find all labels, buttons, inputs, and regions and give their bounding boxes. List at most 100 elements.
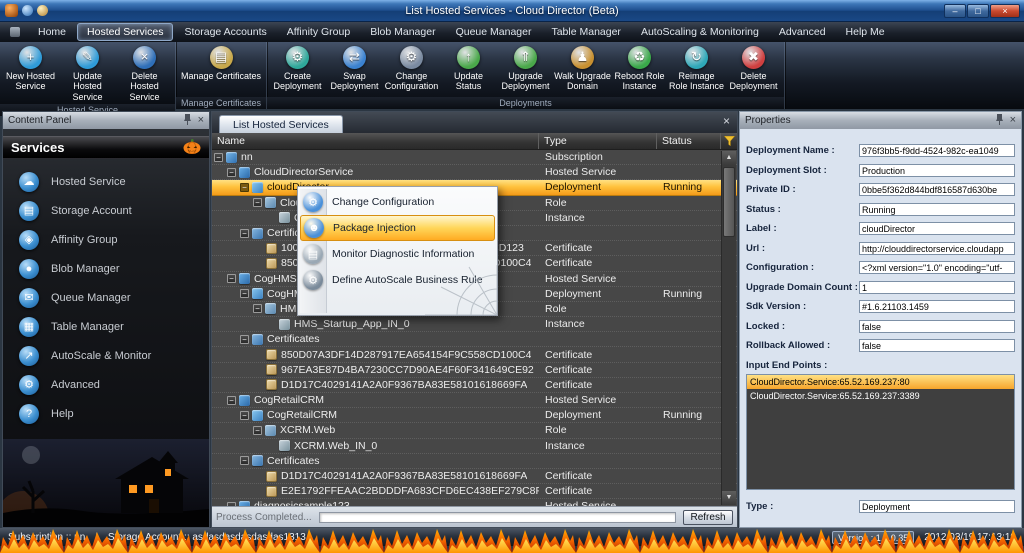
property-value-upgrade-domain-count[interactable]: 1 bbox=[859, 281, 1015, 294]
tab-affinity-group[interactable]: Affinity Group bbox=[278, 24, 359, 40]
reimage-role-instance-button[interactable]: ↻Reimage Role Instance bbox=[668, 44, 725, 94]
services-header-label: Services bbox=[11, 140, 65, 155]
update-hosted-service-button[interactable]: ✎Update Hosted Service bbox=[59, 44, 116, 104]
property-value-sd-k-version[interactable]: #1.6.21103.1459 bbox=[859, 300, 1015, 313]
property-value-deployment-name[interactable]: 976f3bb5-f9dd-4524-982c-ea1049 bbox=[859, 144, 1015, 157]
endpoint-item[interactable]: CloudDirector.Service:65.52.169.237:3389 bbox=[747, 389, 1014, 403]
maximize-button[interactable]: □ bbox=[967, 4, 989, 18]
sidebar-item-storage-account[interactable]: ▤Storage Account bbox=[3, 196, 209, 225]
new-hosted-service-button[interactable]: +New Hosted Service bbox=[2, 44, 59, 94]
property-value-locked[interactable]: false bbox=[859, 320, 1015, 333]
expander-icon[interactable]: − bbox=[240, 335, 249, 344]
tree-row[interactable]: 850D07A3DF14D287917EA654154F9C558CD100C4… bbox=[212, 347, 737, 362]
tab-home[interactable]: Home bbox=[29, 24, 75, 40]
scrollbar-thumb[interactable] bbox=[723, 167, 735, 237]
property-value-deployment-slot[interactable]: Production bbox=[859, 164, 1015, 177]
pin-icon[interactable] bbox=[183, 114, 192, 128]
property-value-label[interactable]: cloudDirector bbox=[859, 222, 1015, 235]
properties-close-icon[interactable]: × bbox=[1010, 115, 1016, 126]
tab-hosted-services[interactable]: Hosted Services bbox=[77, 23, 173, 41]
minimize-button[interactable]: – bbox=[944, 4, 966, 18]
expander-icon[interactable]: − bbox=[240, 183, 249, 192]
sidebar-item-hosted-service[interactable]: ☁Hosted Service bbox=[3, 167, 209, 196]
reboot-role-instance-button[interactable]: ♻Reboot Role Instance bbox=[611, 44, 668, 94]
progress-bar bbox=[319, 512, 676, 523]
sidebar-item-autoscale-monitor[interactable]: ↗AutoScale & Monitor bbox=[3, 341, 209, 370]
tab-queue-manager[interactable]: Queue Manager bbox=[447, 24, 541, 40]
sidebar-item-blob-manager[interactable]: ●Blob Manager bbox=[3, 254, 209, 283]
column-header-name[interactable]: Name bbox=[212, 133, 539, 149]
change-configuration-button[interactable]: ⚙Change Configuration bbox=[383, 44, 440, 94]
tree-row[interactable]: −Certificates bbox=[212, 332, 737, 347]
sidebar-item-help[interactable]: ?Help bbox=[3, 399, 209, 428]
expander-icon[interactable]: − bbox=[227, 396, 236, 405]
tree-row[interactable]: XCRM.Web_IN_0Instance bbox=[212, 439, 737, 454]
expander-icon[interactable]: − bbox=[240, 456, 249, 465]
swap-deployment-button[interactable]: ⇄Swap Deployment bbox=[326, 44, 383, 94]
property-value-type[interactable]: Deployment bbox=[859, 500, 1015, 513]
expander-icon[interactable]: − bbox=[253, 426, 262, 435]
column-header-type[interactable]: Type bbox=[539, 133, 657, 149]
tab-autoscaling-monitoring[interactable]: AutoScaling & Monitoring bbox=[632, 24, 768, 40]
create-deployment-button[interactable]: ⚙Create Deployment bbox=[269, 44, 326, 94]
tree-row[interactable]: D1D17C4029141A2A0F9367BA83E58101618669FA… bbox=[212, 378, 737, 393]
property-value-url[interactable]: http://clouddirectorservice.cloudapp bbox=[859, 242, 1015, 255]
tree-row[interactable]: −CloudDirectorServiceHosted Service bbox=[212, 165, 737, 180]
expander-icon[interactable]: − bbox=[253, 304, 262, 313]
property-value-configuration[interactable]: <?xml version="1.0" encoding="utf- bbox=[859, 261, 1015, 274]
tree-row[interactable]: −CogRetailCRMDeploymentRunning bbox=[212, 408, 737, 423]
filter-funnel-icon[interactable] bbox=[724, 136, 735, 149]
tab-help-me[interactable]: Help Me bbox=[837, 24, 894, 40]
expander-icon[interactable]: − bbox=[214, 153, 223, 162]
update-status-button[interactable]: ↑Update Status bbox=[440, 44, 497, 94]
expander-icon[interactable]: − bbox=[240, 229, 249, 238]
tree-row[interactable]: −CogRetailCRMHosted Service bbox=[212, 393, 737, 408]
scroll-up-arrow[interactable]: ▲ bbox=[722, 151, 736, 165]
endpoint-item[interactable]: CloudDirector.Service:65.52.169.237:80 bbox=[747, 375, 1014, 389]
expander-icon[interactable]: − bbox=[227, 274, 236, 283]
close-button[interactable]: × bbox=[990, 4, 1020, 18]
content-panel-close-icon[interactable]: × bbox=[198, 115, 204, 126]
delete-deployment-button[interactable]: ✖Delete Deployment bbox=[725, 44, 782, 94]
refresh-button[interactable]: Refresh bbox=[683, 510, 733, 525]
tree-row[interactable]: 967EA3E87D4BA7230CC7D90AE4F60F341649CE92… bbox=[212, 363, 737, 378]
tab-table-manager[interactable]: Table Manager bbox=[542, 24, 629, 40]
document-close-icon[interactable]: × bbox=[723, 115, 730, 127]
upgrade-deployment-button[interactable]: ⇑Upgrade Deployment bbox=[497, 44, 554, 94]
column-header-status[interactable]: Status bbox=[657, 133, 721, 149]
expander-icon[interactable]: − bbox=[253, 198, 262, 207]
tree-row[interactable]: −diagnosicsample123Hosted Service bbox=[212, 499, 737, 506]
vertical-scrollbar[interactable]: ▲ ▼ bbox=[721, 151, 736, 505]
sidebar-item-affinity-group[interactable]: ◈Affinity Group bbox=[3, 225, 209, 254]
scroll-down-arrow[interactable]: ▼ bbox=[722, 491, 736, 505]
tab-advanced[interactable]: Advanced bbox=[770, 24, 835, 40]
expander-icon[interactable]: − bbox=[240, 411, 249, 420]
tree-row[interactable]: E2E1792FFEAAC2BDDDFA683CFD6EC438EF279C8F… bbox=[212, 484, 737, 499]
tab-storage-accounts[interactable]: Storage Accounts bbox=[175, 24, 275, 40]
property-value-private-id[interactable]: 0bbe5f362d844bdf816587d630be bbox=[859, 183, 1015, 196]
tree-row[interactable]: D1D17C4029141A2A0F9367BA83E58101618669FA… bbox=[212, 469, 737, 484]
property-value-rollback-allowed[interactable]: false bbox=[859, 339, 1015, 352]
autoscale-monitor-icon: ↗ bbox=[19, 346, 39, 366]
expander-icon[interactable]: − bbox=[227, 168, 236, 177]
sidebar-item-advanced[interactable]: ⚙Advanced bbox=[3, 370, 209, 399]
tree-row[interactable]: −nnSubscription bbox=[212, 150, 737, 165]
tree-row[interactable]: −XCRM.WebRole bbox=[212, 423, 737, 438]
tree-row[interactable]: HMS_Startup_App_IN_0Instance bbox=[212, 317, 737, 332]
expander-icon[interactable]: − bbox=[240, 289, 249, 298]
tab-list-hosted-services[interactable]: List Hosted Services bbox=[219, 115, 343, 133]
property-value-status[interactable]: Running bbox=[859, 203, 1015, 216]
menu-item-change-configuration[interactable]: ⚙Change Configuration bbox=[300, 189, 495, 215]
properties-pin-icon[interactable] bbox=[995, 114, 1004, 128]
menu-item-package-injection[interactable]: ☻Package Injection bbox=[300, 215, 495, 241]
tree-row[interactable]: −Certificates bbox=[212, 454, 737, 469]
sidebar-item-table-manager[interactable]: ▦Table Manager bbox=[3, 312, 209, 341]
sidebar-item-queue-manager[interactable]: ✉Queue Manager bbox=[3, 283, 209, 312]
window-menu-icon[interactable] bbox=[10, 27, 20, 37]
delete-hosted-service-button[interactable]: ×Delete Hosted Service bbox=[116, 44, 173, 104]
menu-item-monitor-diagnostic-information[interactable]: ▤Monitor Diagnostic Information bbox=[300, 241, 495, 267]
walk-upgrade-domain-button[interactable]: ♟Walk Upgrade Domain bbox=[554, 44, 611, 94]
manage-certificates-button[interactable]: ▤Manage Certificates bbox=[178, 44, 264, 83]
input-endpoints-list[interactable]: CloudDirector.Service:65.52.169.237:80Cl… bbox=[746, 374, 1015, 490]
tab-blob-manager[interactable]: Blob Manager bbox=[361, 24, 444, 40]
